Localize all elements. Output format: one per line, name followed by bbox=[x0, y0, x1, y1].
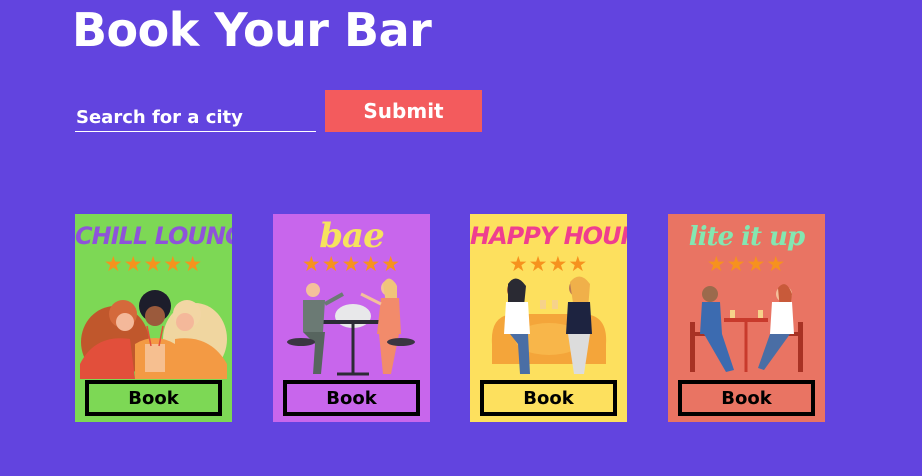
star-rating: ★★★★ bbox=[508, 252, 589, 276]
book-button[interactable]: Book bbox=[85, 380, 222, 416]
book-button[interactable]: Book bbox=[283, 380, 420, 416]
bar-name: lite it up bbox=[688, 222, 805, 252]
book-button[interactable]: Book bbox=[678, 380, 815, 416]
search-input[interactable] bbox=[75, 103, 316, 131]
star-rating: ★★★★ bbox=[706, 252, 787, 276]
bar-card-happy-hour: HAPPY HOUR ★★★★ Book bbox=[470, 214, 627, 422]
bar-card-bae: bae ★★★★★ Book bbox=[273, 214, 430, 422]
star-rating: ★★★★★ bbox=[301, 252, 402, 276]
bar-card-chill-lounge: CHILL LOUNGE ★★★★★ Book bbox=[75, 214, 232, 422]
page-title: Book Your Bar bbox=[72, 3, 432, 57]
book-button[interactable]: Book bbox=[480, 380, 617, 416]
submit-button[interactable]: Submit bbox=[325, 90, 482, 132]
star-rating: ★★★★★ bbox=[103, 252, 204, 276]
bar-name: bae bbox=[319, 216, 384, 256]
bar-card-lite-it-up: lite it up ★★★★ Book bbox=[668, 214, 825, 422]
bar-name: CHILL LOUNGE bbox=[75, 222, 232, 250]
bar-name: HAPPY HOUR bbox=[470, 222, 627, 250]
search-field[interactable] bbox=[75, 103, 316, 132]
